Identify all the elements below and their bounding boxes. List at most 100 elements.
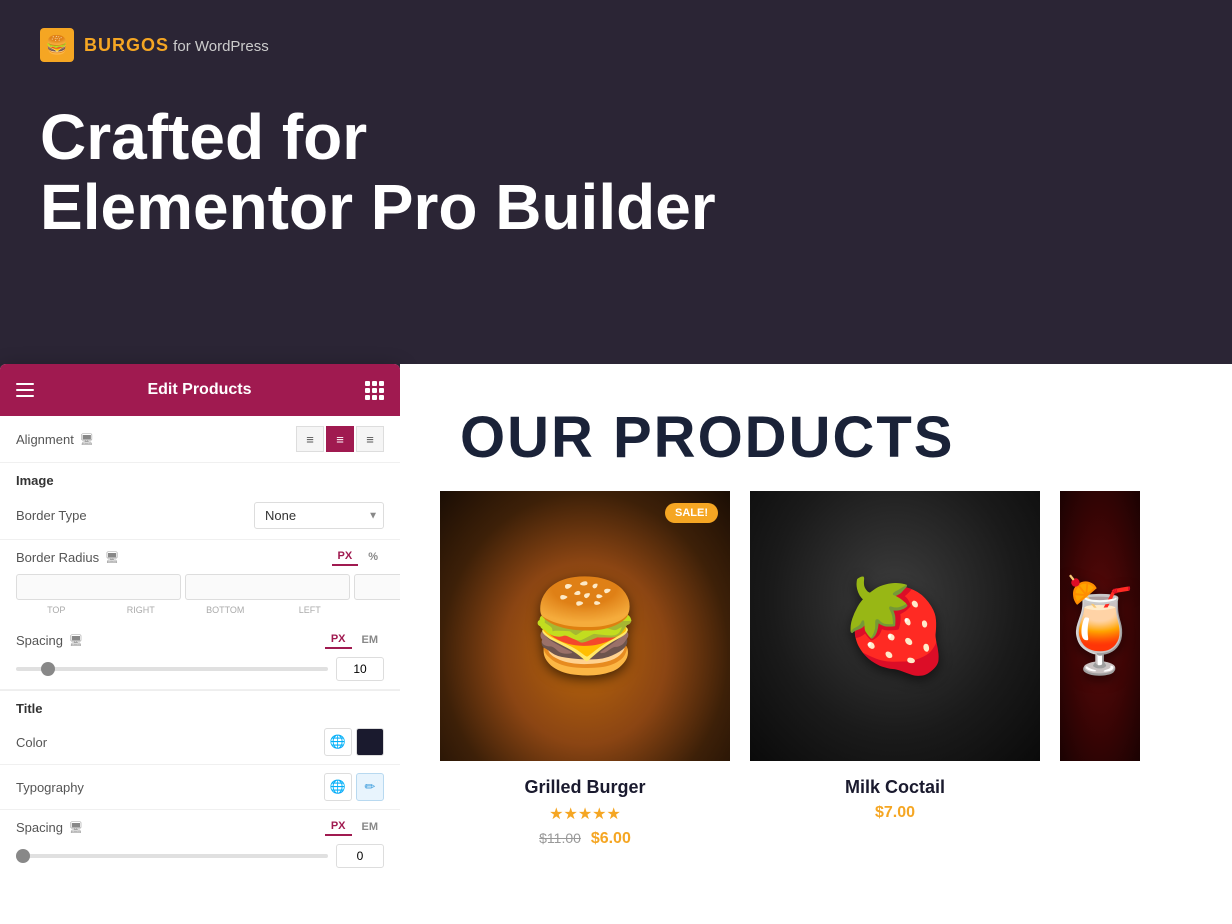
color-row: Color 🌐 [0, 720, 400, 765]
top-bar: 🍔 BURGOS for WordPress [0, 0, 1232, 82]
bottom-spacing-slider-row [16, 844, 384, 868]
hero-title: Crafted for Elementor Pro Builder [40, 102, 1192, 243]
typography-edit-button[interactable]: ✏ [356, 773, 384, 801]
product-card-burger: 🍔 SALE! Grilled Burger ★★★★★ $11.00 $6.0… [440, 491, 730, 848]
burger-original-price: $11.00 [539, 830, 581, 846]
border-type-row: Border Type None ▼ [0, 492, 400, 540]
third-image-wrapper: 🍹 [1060, 491, 1140, 761]
br-unit-buttons: PX % [332, 548, 384, 566]
main-background: 🍔 BURGOS for WordPress Crafted for Eleme… [0, 0, 1232, 924]
burger-image-wrapper: 🍔 SALE! [440, 491, 730, 761]
bottom-spacing-label: Spacing 🖥 [16, 820, 83, 835]
spacing-section: Spacing 🖥 PX EM [0, 623, 400, 690]
burger-emoji: 🍔 [529, 574, 641, 679]
bottom-spacing-value-input[interactable] [336, 844, 384, 868]
hero-section: Crafted for Elementor Pro Builder [0, 82, 1232, 273]
product-card-cocktail: 🍓 Milk Coctail $7.00 [750, 491, 1040, 848]
hero-line2: Elementor Pro Builder [40, 172, 1192, 242]
product-card-third: 🍹 [1060, 491, 1140, 848]
hamburger-menu-button[interactable] [16, 383, 34, 397]
unit-px-button[interactable]: PX [332, 548, 359, 566]
border-type-label: Border Type [16, 508, 87, 523]
hero-line1: Crafted for [40, 102, 1192, 172]
border-type-select-wrapper: None ▼ [254, 502, 384, 529]
br-bottom-input[interactable] [354, 574, 400, 600]
bottom-spacing-unit-buttons: PX EM [325, 818, 384, 836]
typography-label: Typography [16, 780, 84, 795]
logo-suffix: for WordPress [169, 38, 269, 55]
bottom-spacing-responsive-icon: 🖥 [69, 821, 83, 834]
align-center-button[interactable]: ≡ [326, 426, 354, 452]
bottom-px-button[interactable]: PX [325, 818, 352, 836]
spacing-px-button[interactable]: PX [325, 631, 352, 649]
third-image: 🍹 [1060, 491, 1140, 761]
border-radius-section: Border Radius 🖥 PX % 🔗 [0, 540, 400, 623]
bottom-em-button[interactable]: EM [356, 818, 385, 836]
spacing-unit-buttons: PX EM [325, 631, 384, 649]
br-right-input[interactable] [185, 574, 350, 600]
align-left-button[interactable]: ≡ [296, 426, 324, 452]
br-top-input[interactable] [16, 574, 181, 600]
preview-header: OUR PRODUCTS [400, 364, 1232, 491]
cocktail-info: Milk Coctail $7.00 [750, 761, 1040, 822]
br-responsive-icon: 🖥 [105, 551, 119, 564]
products-grid: 🍔 SALE! Grilled Burger ★★★★★ $11.00 $6.0… [400, 491, 1232, 848]
spacing-slider-thumb[interactable] [41, 662, 55, 676]
burger-stars: ★★★★★ [440, 804, 730, 824]
sale-badge: SALE! [665, 503, 718, 523]
typography-row: Typography 🌐 ✏ [0, 765, 400, 810]
preview-panel: OUR PRODUCTS 🍔 SALE! Grilled Burger ★★★★… [400, 364, 1232, 924]
spacing-responsive-icon: 🖥 [69, 634, 83, 647]
editor-title: Edit Products [147, 381, 251, 399]
image-section-heading: Image [0, 463, 400, 492]
grid-view-button[interactable] [365, 381, 384, 400]
editor-body: Alignment 🖥 ≡ ≡ ≡ Image Border Type [0, 416, 400, 924]
bottom-spacing-slider-track [16, 854, 328, 858]
editor-header: Edit Products [0, 364, 400, 416]
burger-sale-price: $6.00 [591, 830, 631, 847]
logo-name: BURGOS [84, 35, 169, 55]
cocktail-image: 🍓 [750, 491, 1040, 761]
typography-buttons: 🌐 ✏ [324, 773, 384, 801]
spacing-slider-row [16, 657, 384, 681]
spacing-header: Spacing 🖥 PX EM [16, 631, 384, 649]
burger-name: Grilled Burger [440, 777, 730, 798]
color-label: Color [16, 735, 47, 750]
third-emoji: 🍹 [1060, 574, 1140, 679]
color-global-button[interactable]: 🌐 [324, 728, 352, 756]
typography-global-button[interactable]: 🌐 [324, 773, 352, 801]
alignment-buttons: ≡ ≡ ≡ [296, 426, 384, 452]
content-area: Edit Products Alignment 🖥 ≡ [0, 364, 1232, 924]
editor-panel: Edit Products Alignment 🖥 ≡ [0, 364, 400, 924]
border-radius-inputs: 🔗 [16, 572, 384, 602]
spacing-value-input[interactable] [336, 657, 384, 681]
burger-price: $11.00 $6.00 [440, 830, 730, 848]
border-type-select[interactable]: None [254, 502, 384, 529]
products-section-title: OUR PRODUCTS [460, 404, 1172, 471]
title-section-heading: Title [0, 690, 400, 720]
border-radius-label: Border Radius 🖥 [16, 550, 119, 565]
spacing-em-button[interactable]: EM [356, 631, 385, 649]
alignment-row: Alignment 🖥 ≡ ≡ ≡ [0, 416, 400, 463]
unit-percent-button[interactable]: % [362, 548, 384, 566]
cocktail-image-wrapper: 🍓 [750, 491, 1040, 761]
bottom-spacing-header: Spacing 🖥 PX EM [16, 818, 384, 836]
cocktail-emoji: 🍓 [839, 574, 951, 679]
logo-container: 🍔 BURGOS for WordPress [40, 28, 269, 62]
color-dark-swatch[interactable] [356, 728, 384, 756]
spacing-label: Spacing 🖥 [16, 633, 83, 648]
responsive-icon: 🖥 [80, 433, 94, 446]
cocktail-name: Milk Coctail [750, 777, 1040, 798]
spacing-slider-track [16, 667, 328, 671]
bottom-spacing-section: Spacing 🖥 PX EM [0, 810, 400, 876]
cocktail-regular-price: $7.00 [875, 804, 915, 821]
burger-image: 🍔 [440, 491, 730, 761]
border-radius-header: Border Radius 🖥 PX % [16, 548, 384, 566]
align-right-button[interactable]: ≡ [356, 426, 384, 452]
color-buttons: 🌐 [324, 728, 384, 756]
cocktail-price: $7.00 [750, 804, 1040, 822]
burger-info: Grilled Burger ★★★★★ $11.00 $6.00 [440, 761, 730, 848]
bottom-spacing-slider-thumb[interactable] [16, 849, 30, 863]
alignment-label: Alignment 🖥 [16, 432, 94, 447]
logo-icon: 🍔 [40, 28, 74, 62]
